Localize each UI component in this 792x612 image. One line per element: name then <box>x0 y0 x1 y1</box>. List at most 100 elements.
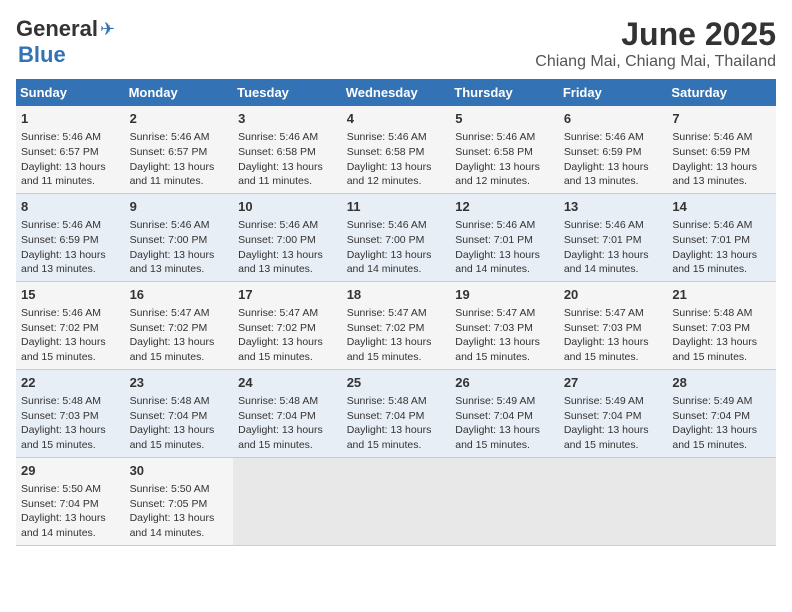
blue-text: Blue <box>18 42 66 68</box>
day-number: 8 <box>21 198 120 216</box>
weekday-header-monday: Monday <box>125 79 234 106</box>
day-number: 10 <box>238 198 337 216</box>
day-number: 12 <box>455 198 554 216</box>
daylight-text: Daylight: 13 hours and 13 minutes. <box>130 248 229 277</box>
sunrise-text: Sunrise: 5:46 AM <box>238 130 337 145</box>
calendar-cell: 23Sunrise: 5:48 AMSunset: 7:04 PMDayligh… <box>125 369 234 457</box>
daylight-text: Daylight: 13 hours and 15 minutes. <box>564 335 663 364</box>
daylight-text: Daylight: 13 hours and 15 minutes. <box>564 423 663 452</box>
sunset-text: Sunset: 7:01 PM <box>672 233 771 248</box>
weekday-header-thursday: Thursday <box>450 79 559 106</box>
day-number: 29 <box>21 462 120 480</box>
calendar-cell: 26Sunrise: 5:49 AMSunset: 7:04 PMDayligh… <box>450 369 559 457</box>
calendar-cell: 18Sunrise: 5:47 AMSunset: 7:02 PMDayligh… <box>342 281 451 369</box>
sunrise-text: Sunrise: 5:48 AM <box>347 394 446 409</box>
day-number: 22 <box>21 374 120 392</box>
day-number: 27 <box>564 374 663 392</box>
calendar-cell: 27Sunrise: 5:49 AMSunset: 7:04 PMDayligh… <box>559 369 668 457</box>
calendar-cell <box>233 457 342 545</box>
sunrise-text: Sunrise: 5:46 AM <box>672 130 771 145</box>
sunset-text: Sunset: 6:58 PM <box>455 145 554 160</box>
day-number: 26 <box>455 374 554 392</box>
day-number: 2 <box>130 110 229 128</box>
sunrise-text: Sunrise: 5:46 AM <box>564 130 663 145</box>
calendar-cell: 30Sunrise: 5:50 AMSunset: 7:05 PMDayligh… <box>125 457 234 545</box>
sunset-text: Sunset: 7:02 PM <box>21 321 120 336</box>
sunset-text: Sunset: 6:57 PM <box>130 145 229 160</box>
weekday-header-row: SundayMondayTuesdayWednesdayThursdayFrid… <box>16 79 776 106</box>
calendar-cell: 4Sunrise: 5:46 AMSunset: 6:58 PMDaylight… <box>342 106 451 193</box>
daylight-text: Daylight: 13 hours and 14 minutes. <box>21 511 120 540</box>
daylight-text: Daylight: 13 hours and 15 minutes. <box>238 335 337 364</box>
day-number: 6 <box>564 110 663 128</box>
calendar-cell: 24Sunrise: 5:48 AMSunset: 7:04 PMDayligh… <box>233 369 342 457</box>
day-number: 23 <box>130 374 229 392</box>
sunset-text: Sunset: 7:00 PM <box>130 233 229 248</box>
daylight-text: Daylight: 13 hours and 14 minutes. <box>347 248 446 277</box>
day-number: 4 <box>347 110 446 128</box>
daylight-text: Daylight: 13 hours and 13 minutes. <box>672 160 771 189</box>
daylight-text: Daylight: 13 hours and 14 minutes. <box>130 511 229 540</box>
location-subtitle: Chiang Mai, Chiang Mai, Thailand <box>535 53 776 71</box>
calendar-cell: 1Sunrise: 5:46 AMSunset: 6:57 PMDaylight… <box>16 106 125 193</box>
calendar-cell: 9Sunrise: 5:46 AMSunset: 7:00 PMDaylight… <box>125 193 234 281</box>
sunrise-text: Sunrise: 5:46 AM <box>21 130 120 145</box>
calendar-cell <box>559 457 668 545</box>
calendar-cell: 28Sunrise: 5:49 AMSunset: 7:04 PMDayligh… <box>667 369 776 457</box>
sunrise-text: Sunrise: 5:48 AM <box>672 306 771 321</box>
daylight-text: Daylight: 13 hours and 15 minutes. <box>672 248 771 277</box>
sunset-text: Sunset: 7:03 PM <box>564 321 663 336</box>
sunrise-text: Sunrise: 5:48 AM <box>130 394 229 409</box>
calendar-cell: 11Sunrise: 5:46 AMSunset: 7:00 PMDayligh… <box>342 193 451 281</box>
sunset-text: Sunset: 7:02 PM <box>347 321 446 336</box>
calendar-cell <box>667 457 776 545</box>
sunset-text: Sunset: 7:03 PM <box>455 321 554 336</box>
sunrise-text: Sunrise: 5:46 AM <box>21 306 120 321</box>
sunrise-text: Sunrise: 5:46 AM <box>21 218 120 233</box>
sunrise-text: Sunrise: 5:47 AM <box>455 306 554 321</box>
daylight-text: Daylight: 13 hours and 13 minutes. <box>238 248 337 277</box>
day-number: 25 <box>347 374 446 392</box>
calendar-cell: 25Sunrise: 5:48 AMSunset: 7:04 PMDayligh… <box>342 369 451 457</box>
sunrise-text: Sunrise: 5:49 AM <box>564 394 663 409</box>
daylight-text: Daylight: 13 hours and 15 minutes. <box>347 335 446 364</box>
calendar-cell: 29Sunrise: 5:50 AMSunset: 7:04 PMDayligh… <box>16 457 125 545</box>
calendar-week-5: 29Sunrise: 5:50 AMSunset: 7:04 PMDayligh… <box>16 457 776 545</box>
calendar-cell: 5Sunrise: 5:46 AMSunset: 6:58 PMDaylight… <box>450 106 559 193</box>
sunset-text: Sunset: 7:01 PM <box>455 233 554 248</box>
calendar-cell: 17Sunrise: 5:47 AMSunset: 7:02 PMDayligh… <box>233 281 342 369</box>
calendar-cell <box>450 457 559 545</box>
sunset-text: Sunset: 7:03 PM <box>672 321 771 336</box>
calendar-week-1: 1Sunrise: 5:46 AMSunset: 6:57 PMDaylight… <box>16 106 776 193</box>
header: General ✈ Blue June 2025 Chiang Mai, Chi… <box>16 16 776 71</box>
sunrise-text: Sunrise: 5:48 AM <box>238 394 337 409</box>
daylight-text: Daylight: 13 hours and 13 minutes. <box>564 160 663 189</box>
sunrise-text: Sunrise: 5:46 AM <box>564 218 663 233</box>
sunset-text: Sunset: 7:05 PM <box>130 497 229 512</box>
calendar-cell: 13Sunrise: 5:46 AMSunset: 7:01 PMDayligh… <box>559 193 668 281</box>
title-area: June 2025 Chiang Mai, Chiang Mai, Thaila… <box>535 16 776 71</box>
daylight-text: Daylight: 13 hours and 15 minutes. <box>455 423 554 452</box>
weekday-header-friday: Friday <box>559 79 668 106</box>
month-title: June 2025 <box>535 16 776 53</box>
day-number: 17 <box>238 286 337 304</box>
calendar-week-2: 8Sunrise: 5:46 AMSunset: 6:59 PMDaylight… <box>16 193 776 281</box>
day-number: 11 <box>347 198 446 216</box>
daylight-text: Daylight: 13 hours and 14 minutes. <box>455 248 554 277</box>
sunrise-text: Sunrise: 5:49 AM <box>672 394 771 409</box>
daylight-text: Daylight: 13 hours and 12 minutes. <box>455 160 554 189</box>
daylight-text: Daylight: 13 hours and 11 minutes. <box>130 160 229 189</box>
sunset-text: Sunset: 7:02 PM <box>130 321 229 336</box>
weekday-header-sunday: Sunday <box>16 79 125 106</box>
calendar-table: SundayMondayTuesdayWednesdayThursdayFrid… <box>16 79 776 546</box>
day-number: 18 <box>347 286 446 304</box>
sunset-text: Sunset: 7:03 PM <box>21 409 120 424</box>
sunset-text: Sunset: 6:59 PM <box>21 233 120 248</box>
sunrise-text: Sunrise: 5:47 AM <box>238 306 337 321</box>
daylight-text: Daylight: 13 hours and 15 minutes. <box>238 423 337 452</box>
sunset-text: Sunset: 7:00 PM <box>347 233 446 248</box>
day-number: 13 <box>564 198 663 216</box>
sunset-text: Sunset: 7:01 PM <box>564 233 663 248</box>
daylight-text: Daylight: 13 hours and 11 minutes. <box>21 160 120 189</box>
day-number: 20 <box>564 286 663 304</box>
